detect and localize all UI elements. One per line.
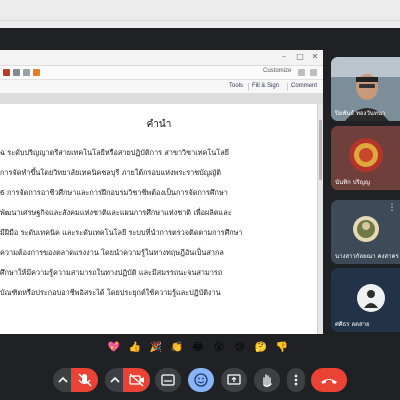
camera-off-icon [129,373,144,387]
present-screen-icon [227,374,241,385]
meet-call-window: – □ ✕ Customize Tools Fill & Sign Commen… [0,0,400,400]
thumbs-down-icon[interactable]: 👎 [275,341,289,355]
leave-call-button[interactable] [311,368,347,392]
thumbs-up-icon[interactable]: 👍 [128,341,142,355]
document-line: บัณฑิตหรือประกอบอาชีพอิสระได้ โดยประยุกต… [0,288,221,297]
document-line: พัฒนาเศรษฐกิจและสังคมแห่งชาติและแผนการศึ… [0,208,232,217]
microphone-toggle-button[interactable] [71,368,98,392]
save-icon[interactable] [3,69,10,76]
fill-sign-button[interactable]: Fill & Sign [252,83,279,89]
raise-hand-button[interactable] [254,368,280,392]
document-line: การจัดทำขึ้นโดยวิทยาลัยเทคนิคชลบุรี ภายใ… [0,168,221,177]
document-line: ความต้องการของตลาดแรงงาน โดยนำความรู้ในท… [0,248,224,257]
document-margin [0,94,323,104]
closed-captions-icon [161,374,175,386]
crying-face-icon[interactable]: 😢 [233,341,247,355]
document-title: คำนำ [146,119,172,130]
document-line: ศึกษาให้มีความรู้ความสามารถในทางปฏิบัติ … [0,268,223,277]
more-options-button[interactable] [287,368,305,392]
participant-name: ศศิธร ลดสาย [335,321,370,328]
participant-tile[interactable]: ปิยพันธ์ ทองวันทนา [331,57,400,121]
pdf-toolbar: Tools Fill & Sign Comment [0,80,323,94]
hang-up-icon [321,379,337,384]
participant-name: นันทิก ปริญญ [335,179,370,186]
joy-face-icon[interactable]: 😂 [191,341,205,355]
document-line: มีฝีมือ ระดับเทคนิค และระดับเทคโนโลยี ระ… [0,228,243,237]
participant-tile[interactable]: ศศิธร ลดสาย [331,268,400,332]
participant-tile[interactable]: นันทิก ปริญญ [331,126,400,190]
mic-off-icon [78,373,92,387]
emoji-smile-icon [194,373,208,387]
divider [287,83,288,91]
quick-access-ribbon: Customize [0,66,323,80]
more-options-icon[interactable]: ⋮ [387,203,397,213]
thinking-face-icon[interactable]: 🤔 [254,341,268,355]
chevron-up-icon [110,376,120,383]
close-icon[interactable]: ✕ [311,53,319,61]
share-icon[interactable] [298,69,305,76]
reaction-bar: 💖 👍 🎉 👏 😂 😮 😢 🤔 👎 [105,341,295,357]
document-page: คำนำ ฉ ระดับปริญญาตรีสายเทคโนโลยีหรือสาย… [0,104,318,334]
video-options-button[interactable] [105,368,123,392]
audio-options-button[interactable] [53,368,71,392]
surprised-face-icon[interactable]: 😮 [212,341,226,355]
presented-screen: – □ ✕ Customize Tools Fill & Sign Commen… [0,50,323,334]
browser-top-strip [0,0,400,28]
undo-icon[interactable] [23,69,30,76]
emoji-reactions-button[interactable] [188,368,214,392]
clapping-hands-icon[interactable]: 👏 [170,341,184,355]
captions-button[interactable] [155,368,181,392]
document-line: 6 การจัดการอาชีวศึกษาและการฝึกอบรมวิชาชี… [0,188,228,197]
sparkling-heart-icon[interactable]: 💖 [107,341,121,355]
camera-toggle-button[interactable] [123,368,150,392]
window-titlebar: – □ ✕ [0,50,323,66]
participant-tile[interactable]: นางสาวกัลยณา คงสาคร ⋮ [331,200,400,264]
party-popper-icon[interactable]: 🎉 [149,341,163,355]
print-icon[interactable] [13,69,20,76]
tools-button[interactable]: Tools [229,83,243,89]
more-vert-icon [294,374,298,386]
comment-button[interactable]: Comment [291,83,317,89]
divider [0,20,400,21]
redo-icon[interactable] [33,69,40,76]
participant-name: นางสาวกัลยณา คงสาคร [335,253,399,260]
maximize-icon[interactable]: □ [296,53,304,61]
document-line: ฉ ระดับปริญญาตรีสายเทคโนโลยีหรือสายปฏิบั… [0,148,229,157]
minimize-icon[interactable]: – [280,53,288,61]
participant-name: ปิยพันธ์ ทองวันทนา [335,110,386,117]
expand-icon[interactable] [310,69,317,76]
divider [248,83,249,91]
scrollbar-thumb[interactable] [319,120,322,180]
chevron-up-icon [58,376,68,383]
present-screen-button[interactable] [221,368,247,392]
customize-menu[interactable]: Customize [263,68,291,74]
raise-hand-icon [263,374,272,387]
